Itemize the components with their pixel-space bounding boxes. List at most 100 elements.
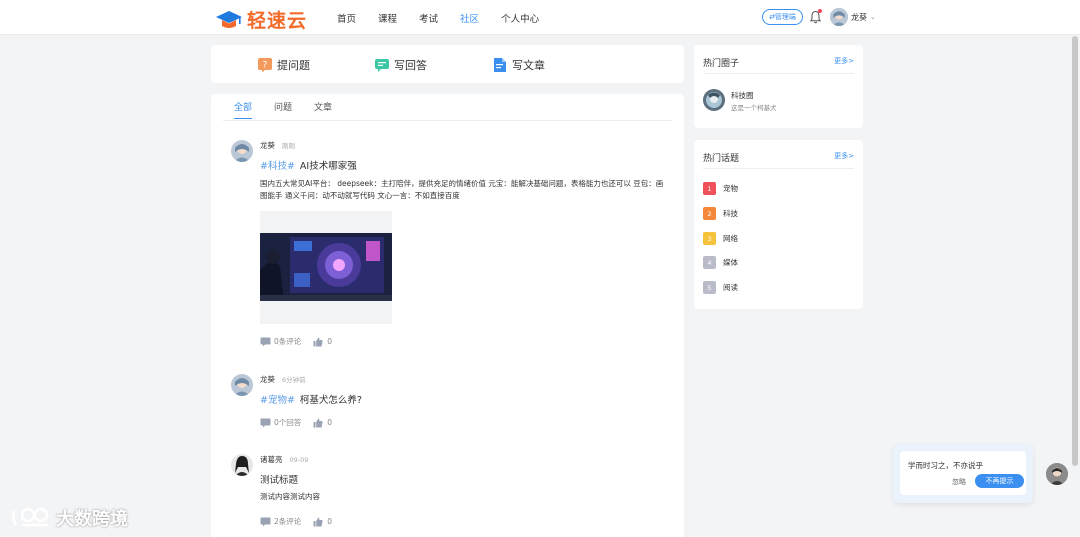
topic-item[interactable]: 1 宠物 (703, 182, 738, 195)
like-count[interactable]: 0 (327, 337, 332, 346)
write-answer-label: 写回答 (394, 59, 427, 72)
nav-home[interactable]: 首页 (337, 11, 356, 25)
post-author: 诸葛亮 09-09 (260, 454, 308, 465)
tab-divider (223, 120, 672, 121)
user-name: 龙葵 (851, 12, 867, 22)
nav-personal-center[interactable]: 个人中心 (501, 11, 539, 25)
thumb-up-icon[interactable] (313, 337, 323, 347)
main-nav: 首页 课程 考试 社区 个人中心 (337, 0, 561, 35)
floating-assistant-avatar[interactable] (1046, 463, 1068, 485)
thumb-up-icon[interactable] (313, 517, 323, 527)
like-count[interactable]: 0 (327, 517, 332, 526)
post-time: 6分钟前 (282, 376, 306, 384)
write-article-label: 写文章 (512, 59, 545, 72)
graduation-cap-icon (216, 10, 242, 28)
topic-name[interactable]: 网络 (723, 233, 738, 244)
feed-card: 全部 问题 文章 龙葵 刚刚 #科技# AI技术哪家强 国内五大常见AI平台： de… (211, 94, 684, 537)
post-title-text: AI技术哪家强 (299, 161, 357, 172)
never-show-button[interactable]: 不再提示 (975, 474, 1024, 488)
hot-topics-title: 热门话题 (703, 154, 740, 164)
topic-item[interactable]: 5 阅读 (703, 281, 738, 294)
watermark-logo-icon (12, 507, 49, 527)
circle-name[interactable]: 科技圈 (731, 90, 754, 101)
feed-post: 龙葵 刚刚 #科技# AI技术哪家强 国内五大常见AI平台： deepseek：主打… (231, 140, 671, 350)
rank-badge: 1 (703, 182, 716, 195)
author-name[interactable]: 诸葛亮 (260, 455, 283, 464)
tip-text: 学而时习之，不亦说乎 (908, 461, 983, 470)
tab-questions[interactable]: 问题 (274, 100, 292, 119)
topic-tag[interactable]: #科技# (260, 161, 295, 172)
tab-all[interactable]: 全部 (234, 100, 253, 119)
post-meta: 0个回答 0 (260, 417, 332, 428)
post-meta: 2条评论 0 (260, 516, 332, 527)
post-body: 测试内容测试内容 (260, 492, 320, 501)
ask-question-button[interactable]: ? 提问题 (257, 57, 310, 73)
comment-icon[interactable] (260, 337, 271, 347)
author-avatar[interactable] (231, 374, 253, 396)
topic-item[interactable]: 3 网络 (703, 232, 738, 245)
comment-count[interactable]: 0条评论 (274, 336, 301, 347)
divider (703, 73, 854, 74)
write-answer-button[interactable]: 写回答 (374, 57, 427, 73)
nav-community[interactable]: 社区 (460, 11, 479, 25)
topic-name[interactable]: 科技 (723, 208, 738, 219)
post-title[interactable]: #科技# AI技术哪家强 (260, 158, 357, 172)
watermark: 大数跨境 (10, 505, 128, 531)
answer-count[interactable]: 0个回答 (274, 417, 301, 428)
like-count[interactable]: 0 (327, 418, 332, 427)
comment-icon[interactable] (260, 418, 271, 428)
svg-text:?: ? (263, 61, 268, 71)
chat-bubble-icon (375, 59, 389, 72)
post-author: 龙葵 刚刚 (260, 140, 295, 151)
post-title-text: 柯基犬怎么养? (299, 395, 362, 406)
feed-tabs: 全部 问题 文章 (234, 100, 354, 119)
post-image[interactable] (260, 211, 392, 324)
circle-description: 这是一个柯基犬 (731, 104, 777, 112)
tab-articles[interactable]: 文章 (314, 100, 332, 119)
write-article-button[interactable]: 写文章 (492, 57, 545, 73)
comment-icon[interactable] (260, 517, 271, 527)
author-name[interactable]: 龙葵 (260, 375, 275, 384)
logo-text: 轻速云 (247, 10, 308, 32)
user-avatar[interactable] (830, 8, 848, 26)
ask-question-label: 提问题 (277, 59, 310, 72)
hot-circles-more-link[interactable]: 更多> (834, 56, 854, 66)
topic-tag[interactable]: #宠物# (260, 395, 295, 406)
author-name[interactable]: 龙葵 (260, 141, 275, 150)
topic-item[interactable]: 2 科技 (703, 207, 738, 220)
post-title[interactable]: 测试标题 (260, 472, 298, 486)
topic-item[interactable]: 4 媒体 (703, 256, 738, 269)
rank-badge: 4 (703, 256, 716, 269)
thumb-up-icon[interactable] (313, 418, 323, 428)
ignore-button[interactable]: 忽略 (952, 477, 966, 487)
logo[interactable]: 轻速云 (214, 6, 307, 33)
circle-avatar[interactable] (703, 89, 725, 111)
topic-name[interactable]: 宠物 (723, 183, 738, 194)
comment-count[interactable]: 2条评论 (274, 516, 301, 527)
page-scrollbar[interactable] (1072, 36, 1078, 466)
hot-topics-more-link[interactable]: 更多> (834, 151, 854, 161)
notification-dot (818, 9, 822, 13)
feed-post: 诸葛亮 09-09 测试标题 测试内容测试内容 2条评论 0 (231, 454, 671, 534)
hot-topics-card: 热门话题 更多> 1 宠物 2 科技 3 网络 4 媒体 5 阅读 (694, 140, 863, 309)
topic-name[interactable]: 阅读 (723, 282, 738, 293)
post-body: 国内五大常见AI平台： deepseek：主打陪伴，提供充足的情绪价值 元宝：能… (260, 179, 664, 200)
rank-badge: 3 (703, 232, 716, 245)
author-avatar[interactable] (231, 454, 253, 476)
nav-courses[interactable]: 课程 (378, 11, 397, 25)
document-icon (494, 58, 506, 72)
nav-exams[interactable]: 考试 (419, 11, 438, 25)
post-author: 龙葵 6分钟前 (260, 374, 306, 385)
tip-popup-body: 学而时习之，不亦说乎 忽略 不再提示 (900, 451, 1026, 495)
topic-name[interactable]: 媒体 (723, 257, 738, 268)
post-meta: 0条评论 0 (260, 336, 332, 347)
admin-switch-button[interactable]: ⇄管理端 (762, 9, 803, 25)
user-menu[interactable]: 龙葵 ⌄ (830, 8, 876, 26)
rank-badge: 2 (703, 207, 716, 220)
chevron-down-icon: ⌄ (870, 13, 876, 21)
post-title[interactable]: #宠物# 柯基犬怎么养? (260, 392, 362, 406)
author-avatar[interactable] (231, 140, 253, 162)
rank-badge: 5 (703, 281, 716, 294)
question-icon: ? (258, 58, 272, 73)
tip-popup: 学而时习之，不亦说乎 忽略 不再提示 (893, 444, 1033, 503)
